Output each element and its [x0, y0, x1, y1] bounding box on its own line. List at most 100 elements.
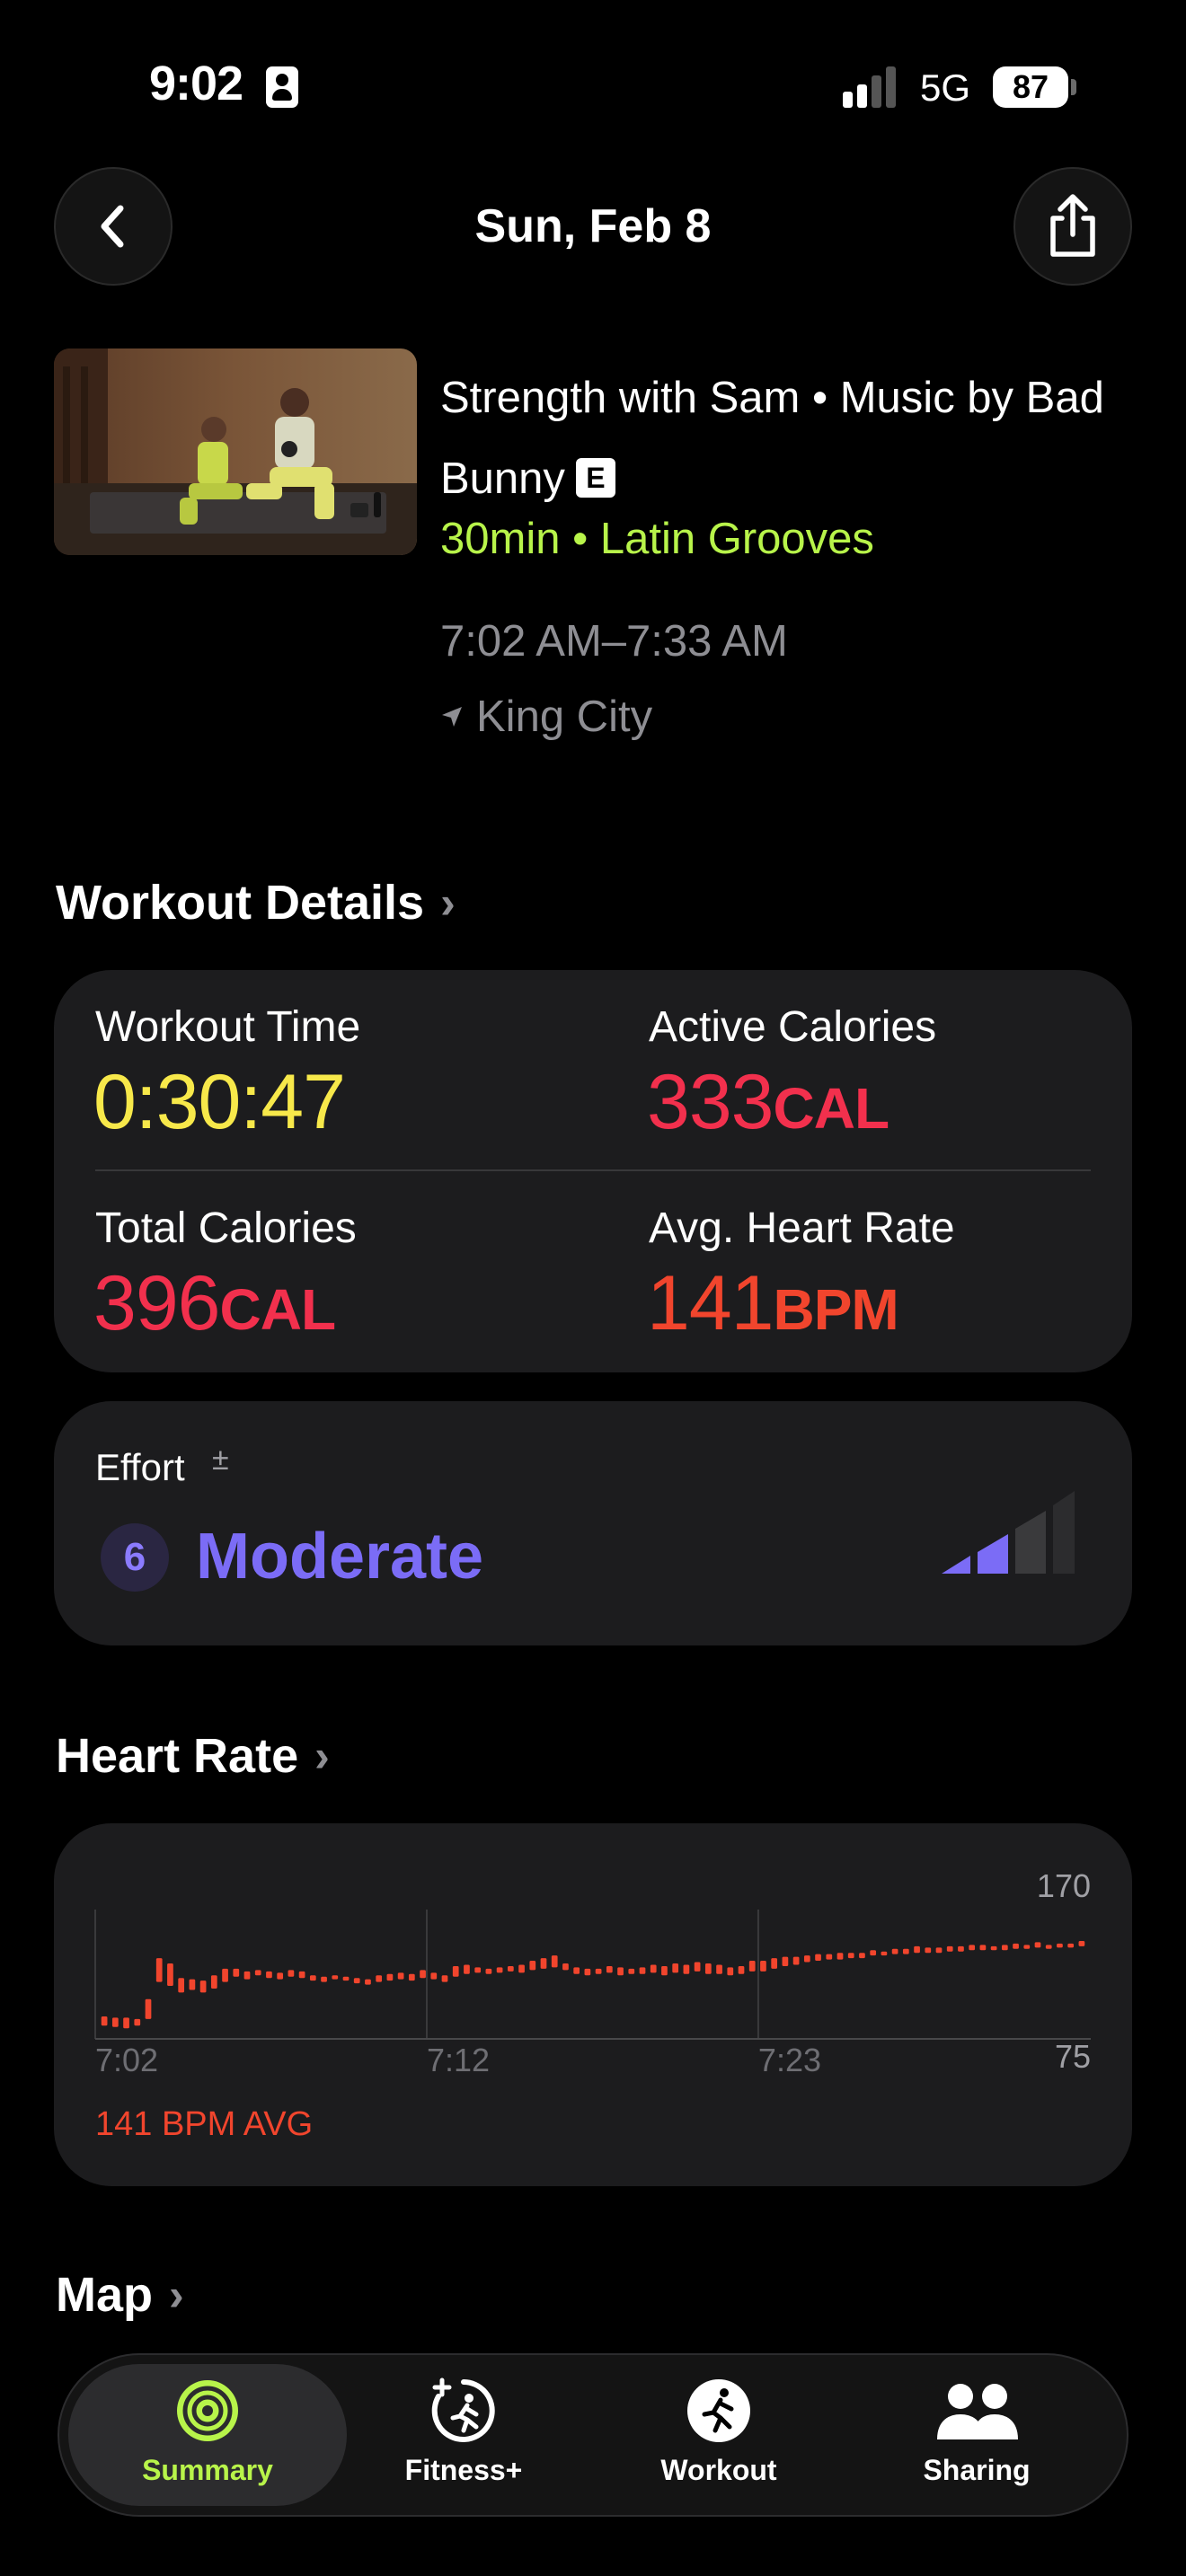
hr-bar [386, 1973, 394, 1981]
effort-adjust-icon: ± [212, 1442, 229, 1477]
tab-fitness-plus[interactable]: Fitness+ [347, 2377, 580, 2487]
workout-runner-icon [687, 2379, 750, 2442]
hr-bar [891, 1948, 898, 1954]
cellular-signal-icon [843, 66, 896, 108]
hr-bar [803, 1955, 810, 1963]
hr-bar [990, 1945, 997, 1951]
hr-bar [1013, 1943, 1019, 1949]
tab-summary-label: Summary [142, 2454, 273, 2486]
hr-bar [452, 1965, 459, 1977]
hr-bar [178, 1978, 185, 1993]
heart-rate-heading[interactable]: Heart Rate › [56, 1728, 330, 1784]
hr-x-tick-label: 7:02 [95, 2042, 158, 2078]
hr-bar [485, 1968, 492, 1974]
workout-thumbnail[interactable] [54, 348, 417, 555]
hr-bar [946, 1945, 953, 1952]
hr-bar [1057, 1943, 1063, 1948]
effort-bar-4 [1053, 1491, 1075, 1574]
hr-bar [727, 1967, 734, 1976]
hr-bar [365, 1979, 371, 1985]
details-divider [95, 1169, 1091, 1171]
effort-bar-3 [1015, 1511, 1046, 1574]
hr-bar [716, 1964, 722, 1974]
total-calories-label: Total Calories [95, 1204, 357, 1252]
hr-bar [925, 1947, 932, 1954]
hr-bar [771, 1958, 778, 1969]
hr-bar [474, 1967, 482, 1973]
tab-workout[interactable]: Workout [602, 2377, 836, 2487]
hr-bar [210, 1975, 217, 1989]
tab-summary[interactable]: Summary [91, 2377, 324, 2487]
share-button[interactable] [1013, 167, 1132, 286]
active-calories-label: Active Calories [649, 1003, 937, 1051]
avg-heart-rate-unit: BPM [773, 1277, 899, 1342]
tab-sharing[interactable]: Sharing [860, 2377, 1093, 2487]
battery-level: 87 [1012, 68, 1049, 105]
chevron-right-icon: › [440, 878, 456, 928]
hr-bar [342, 1976, 350, 1981]
hr-bar [298, 1971, 305, 1979]
hr-bar [782, 1956, 789, 1966]
page-title: Sun, Feb 8 [474, 200, 712, 252]
workout-title: Strength with Sam • Music by Bad Bunny E [440, 357, 1105, 519]
workout-time-label: Workout Time [95, 1003, 361, 1051]
active-calories-number: 333 [647, 1059, 774, 1145]
hr-bar [111, 2017, 119, 2027]
total-calories-unit: CAL [219, 1277, 337, 1342]
heart-rate-average: 141 BPM AVG [95, 2105, 314, 2143]
active-calories-unit: CAL [773, 1076, 890, 1141]
workout-title-text: Strength with Sam • Music by Bad Bunny [440, 374, 1104, 503]
hr-bar [1067, 1943, 1075, 1948]
hr-bar [1078, 1940, 1085, 1946]
effort-bar-2 [978, 1534, 1008, 1574]
focus-contact-icon [266, 66, 298, 108]
map-heading[interactable]: Map › [56, 2267, 184, 2323]
hr-bar [540, 1958, 547, 1969]
hr-bar [573, 1967, 580, 1974]
status-time: 9:02 [149, 57, 243, 110]
effort-score-badge: 6 [101, 1523, 169, 1592]
hr-bar [101, 2016, 108, 2026]
hr-bar [134, 2018, 141, 2026]
tab-sharing-label: Sharing [923, 2454, 1031, 2486]
hr-bar [847, 1953, 854, 1959]
hr-bar [979, 1945, 987, 1951]
workout-meta[interactable]: 30min • Latin Grooves [440, 514, 874, 564]
hr-bar [464, 1964, 470, 1974]
chevron-right-icon: › [169, 2270, 184, 2320]
hr-bar [760, 1961, 766, 1972]
fitness-plus-icon [431, 2378, 495, 2442]
hr-bar [617, 1967, 624, 1976]
hr-bar [1034, 1942, 1041, 1948]
hr-bar [376, 1975, 383, 1982]
hr-bar [815, 1954, 821, 1962]
hr-bar [529, 1961, 536, 1971]
hr-bar [639, 1967, 646, 1974]
hr-y-min-label: 75 [1055, 2038, 1091, 2075]
workout-time-range: 7:02 AM–7:33 AM [440, 617, 788, 666]
hr-bar [584, 1968, 591, 1976]
hr-bar [738, 1965, 745, 1974]
workout-video-image [54, 348, 417, 555]
hr-bar [836, 1953, 844, 1960]
hr-bar [914, 1945, 920, 1954]
hr-bar [309, 1975, 316, 1981]
battery-cap [1071, 79, 1076, 95]
workout-time-value: 0:30:47 [93, 1059, 346, 1145]
heart-rate-title: Heart Rate [56, 1729, 299, 1783]
hr-bar [650, 1964, 657, 1973]
hr-bar [902, 1948, 909, 1954]
avg-heart-rate-label: Avg. Heart Rate [649, 1204, 955, 1252]
hr-bar [441, 1975, 448, 1982]
share-icon [1050, 194, 1095, 257]
hr-bar [430, 1972, 438, 1980]
hr-y-max-label: 170 [1037, 1867, 1091, 1904]
hr-bar [277, 1972, 284, 1980]
hr-bar [1045, 1945, 1052, 1949]
hr-x-tick-label: 7:12 [427, 2042, 490, 2078]
effort-level: Moderate [196, 1521, 484, 1592]
hr-bar [233, 1968, 240, 1977]
hr-bar [189, 1979, 196, 1990]
hr-bar [518, 1964, 525, 1973]
workout-details-heading[interactable]: Workout Details › [56, 875, 456, 931]
